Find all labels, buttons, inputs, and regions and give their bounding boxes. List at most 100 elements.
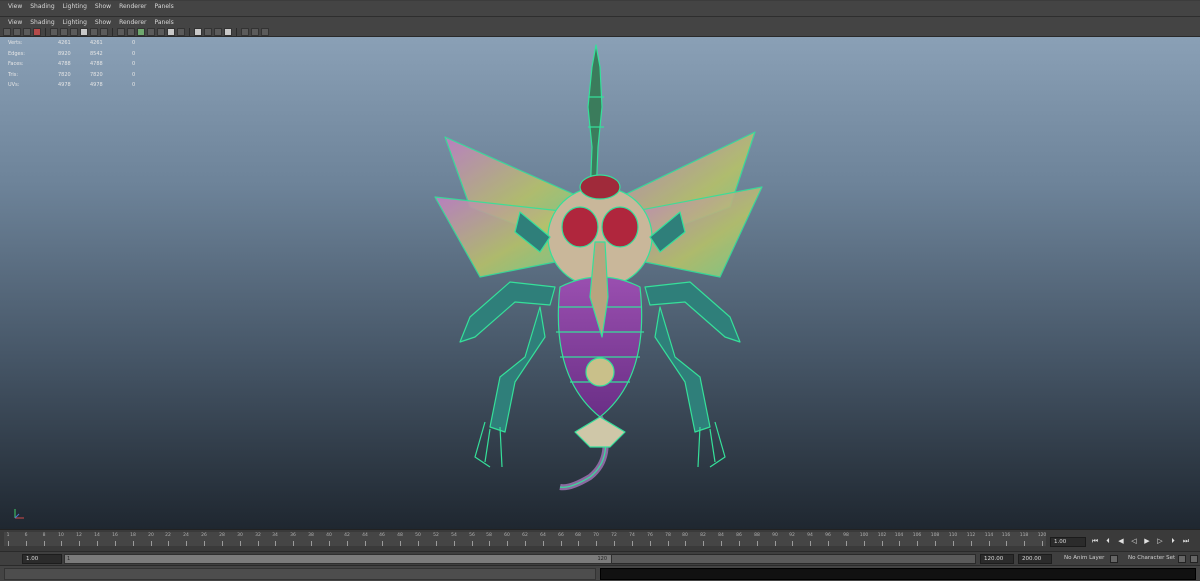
play-back-icon[interactable]: ◁ [1129,536,1139,546]
time-tick [61,541,62,546]
time-tick-label: 62 [522,533,528,538]
time-tick-label: 96 [825,533,831,538]
time-tick [846,541,847,546]
panel-menu-view[interactable]: View [4,17,26,28]
time-tick-label: 10 [58,533,64,538]
hud-value: 4978 [58,82,71,88]
menu-panels[interactable]: Panels [150,1,177,12]
motion-blur-icon[interactable] [224,27,232,36]
image-plane-icon[interactable] [33,27,41,36]
range-max-field[interactable]: 200.00 [1018,554,1052,564]
wireframe-on-shaded-icon[interactable] [137,27,145,36]
time-slider[interactable]: 1 6 8 10 12 14 16 18 20 22 24 26 28 30 32 34 36 38 40 42 44 4… [0,529,1200,551]
ambient-occlusion-icon[interactable] [214,27,222,36]
command-input[interactable] [4,568,596,580]
current-frame-field[interactable]: 1.00 [1050,537,1086,547]
grid-icon[interactable] [50,27,58,36]
menu-shading[interactable]: Shading [26,1,58,12]
field-chart-icon[interactable] [90,27,98,36]
time-tick [757,541,758,546]
menu-lighting[interactable]: Lighting [59,1,91,12]
time-tick [864,541,865,546]
time-tick-label: 54 [451,533,457,538]
isolate-select-icon[interactable] [194,27,202,36]
time-tick-label: 30 [237,533,243,538]
play-forward-icon[interactable]: ▶ [1142,536,1152,546]
go-to-end-icon[interactable]: ⏭ [1181,536,1191,546]
time-tick [44,541,45,546]
use-all-lights-icon[interactable] [157,27,165,36]
time-tick [632,541,633,546]
range-start-field[interactable]: 1.00 [22,554,62,564]
camera-attributes-icon[interactable] [13,27,21,36]
bookmark-icon[interactable] [23,27,31,36]
textured-icon[interactable] [147,27,155,36]
time-tick-label: 92 [789,533,795,538]
time-tick-label: 114 [984,533,994,538]
time-tick [1006,541,1007,546]
hud-label: UVs: [8,82,20,88]
xray-joints-icon[interactable] [204,27,212,36]
hud-value: 0 [132,50,136,57]
panel-menu-panels[interactable]: Panels [150,17,177,28]
time-tick-label: 56 [469,533,475,538]
xray-icon[interactable] [177,27,185,36]
depth-of-field-icon[interactable] [251,27,259,36]
range-slider-handle[interactable]: 1 120 [64,554,612,564]
time-ruler[interactable]: 1 6 8 10 12 14 16 18 20 22 24 26 28 30 32 34 36 38 40 42 44 4… [4,532,1046,546]
menu-renderer[interactable]: Renderer [115,1,150,12]
panel-menu-renderer[interactable]: Renderer [115,17,150,28]
smooth-shade-icon[interactable] [127,27,135,36]
panel-toolbar [0,27,1200,37]
time-tick [917,541,918,546]
panel-menu-show[interactable]: Show [91,17,115,28]
time-tick [365,541,366,546]
character-set-selector[interactable]: No Character Set [1128,555,1175,561]
time-tick [454,541,455,546]
resolution-gate-icon[interactable] [70,27,78,36]
menu-view[interactable]: View [4,1,26,12]
time-tick [1024,541,1025,546]
anti-aliasing-icon[interactable] [241,27,249,36]
time-tick-label: 48 [397,533,403,538]
step-back-key-icon[interactable]: ⏴ [1103,536,1113,546]
gate-mask-icon[interactable] [80,27,88,36]
menu-show[interactable]: Show [91,1,115,12]
time-tick-label: 68 [575,533,581,538]
anim-layer-dropdown-icon[interactable] [1110,555,1118,563]
step-forward-icon[interactable]: ▷ [1155,536,1165,546]
preferences-icon[interactable] [1190,555,1198,563]
perspective-viewport[interactable]: Verts: 4261 4261 0 Edges: 8920 8542 0 Fa… [0,37,1200,529]
step-back-icon[interactable]: ◀ [1116,536,1126,546]
time-tick-label: 32 [255,533,261,538]
insect-creature-model[interactable] [430,37,770,497]
time-tick-label: 72 [611,533,617,538]
range-slider: 1.00 1 120 120.00 200.00 No Anim Layer N… [0,551,1200,565]
anim-layer-selector[interactable]: No Anim Layer [1064,555,1104,561]
panel-menu-lighting[interactable]: Lighting [59,17,91,28]
safe-action-icon[interactable] [100,27,108,36]
cross-tools-icon[interactable] [261,27,269,36]
time-tick [828,541,829,546]
wireframe-icon[interactable] [117,27,125,36]
select-camera-icon[interactable] [3,27,11,36]
time-tick [525,541,526,546]
toolbar-separator [112,27,113,36]
time-tick-label: 80 [682,533,688,538]
hud-value: 4978 [90,82,103,88]
time-tick [329,541,330,546]
shadows-icon[interactable] [167,27,175,36]
time-tick-label: 50 [415,533,421,538]
command-line [0,565,1200,581]
panel-menu-shading[interactable]: Shading [26,17,58,28]
step-forward-key-icon[interactable]: ⏵ [1168,536,1178,546]
time-tick-label: 66 [558,533,564,538]
time-tick [935,541,936,546]
time-tick-label: 84 [718,533,724,538]
film-gate-icon[interactable] [60,27,68,36]
time-tick-label: 98 [843,533,849,538]
range-end-field[interactable]: 120.00 [980,554,1014,564]
go-to-start-icon[interactable]: ⏮ [1090,536,1100,546]
character-set-dropdown-icon[interactable] [1178,555,1186,563]
time-tick [472,541,473,546]
